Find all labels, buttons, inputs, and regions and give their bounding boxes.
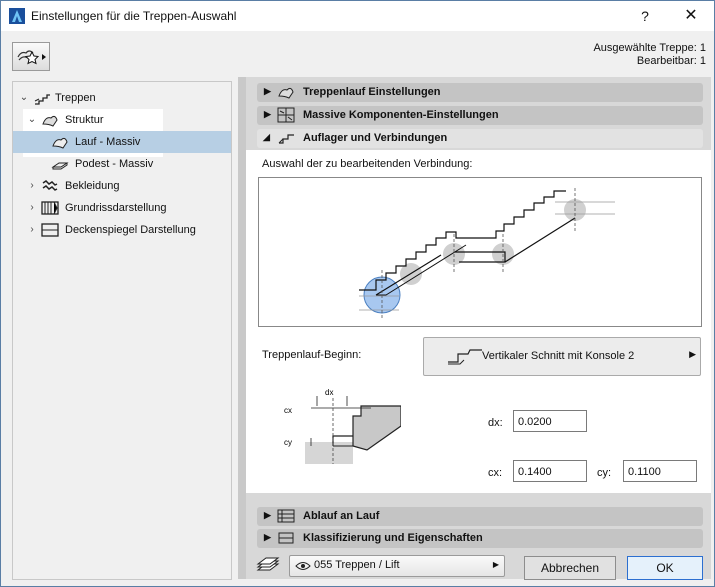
title-bar: Einstellungen für die Treppen-Auswahl ? … <box>1 1 714 31</box>
section-title: Klassifizierung und Eigenschaften <box>303 532 483 544</box>
expand-arrow-icon[interactable]: › <box>27 219 37 241</box>
tree-item-label: Treppen <box>55 92 96 104</box>
landing-icon <box>51 162 69 170</box>
panel-divider[interactable] <box>238 77 246 579</box>
start-connection-label: Treppenlauf-Beginn: <box>262 349 362 361</box>
window-title: Einstellungen für die Treppen-Auswahl <box>31 9 237 23</box>
tree-item-treppen[interactable]: ⌄ Treppen <box>13 87 231 109</box>
flight-icon <box>52 137 68 149</box>
tree-item-bekleidung[interactable]: › Bekleidung <box>13 175 231 197</box>
help-button[interactable]: ? <box>623 1 667 31</box>
selected-stairs-count: Ausgewählte Treppe: 1 <box>593 42 706 54</box>
section-title: Auflager und Verbindungen <box>303 132 448 144</box>
section-klassifizierung[interactable]: ▶ Klassifizierung und Eigenschaften <box>257 529 703 548</box>
section-title: Massive Komponenten-Einstellungen <box>303 109 499 121</box>
expand-arrow-icon[interactable]: › <box>27 175 37 197</box>
dialog-window: Einstellungen für die Treppen-Auswahl ? … <box>0 0 715 587</box>
section-massive-komponenten[interactable]: ▶ Massive Komponenten-Einstellungen <box>257 106 703 125</box>
ceiling-plan-icon <box>41 223 59 237</box>
tree-item-label: Grundrissdarstellung <box>65 202 167 214</box>
eye-icon <box>295 562 311 570</box>
submenu-arrow-icon: ▶ <box>689 349 696 359</box>
cy-detail-label: cy <box>284 438 292 447</box>
section-collapsed-arrow-icon[interactable]: ▶ <box>264 510 271 521</box>
connection-icon <box>278 134 294 144</box>
connection-detail-drawing: dx cx cy <box>284 388 401 464</box>
close-button[interactable]: ✕ <box>669 1 713 31</box>
dx-input[interactable]: 0.0200 <box>513 410 587 432</box>
section-collapsed-arrow-icon[interactable]: ▶ <box>264 86 271 97</box>
tree-item-podest-massiv[interactable]: Podest - Massiv <box>13 153 231 175</box>
finish-icon <box>42 180 58 191</box>
start-connection-dropdown[interactable]: Vertikaler Schnitt mit Konsole 2 ▶ <box>423 337 701 376</box>
connection-diagram[interactable] <box>258 177 702 327</box>
dropdown-arrow-icon: ▶ <box>492 560 499 569</box>
tree-item-struktur[interactable]: ⌄ Struktur <box>13 109 231 131</box>
tree-item-lauf-massiv[interactable]: Lauf - Massiv <box>13 131 231 153</box>
section-collapsed-arrow-icon[interactable]: ▶ <box>264 532 271 543</box>
stair-icon <box>34 94 50 105</box>
connection-select-label: Auswahl der zu bearbeitenden Verbindung: <box>262 158 473 170</box>
ok-button[interactable]: OK <box>627 556 703 580</box>
section-expanded-arrow-icon[interactable]: ◢ <box>263 132 270 143</box>
stair-flight-icon <box>278 87 294 99</box>
collapse-arrow-icon[interactable]: ⌄ <box>27 109 37 131</box>
editable-count: Bearbeitbar: 1 <box>636 55 706 67</box>
classification-icon <box>278 532 294 544</box>
section-title: Treppenlauf Einstellungen <box>303 86 441 98</box>
cx-input[interactable]: 0.1400 <box>513 460 587 482</box>
tree-item-label: Bekleidung <box>65 180 120 192</box>
layer-dropdown[interactable]: 055 Treppen / Lift ▶ <box>289 555 505 577</box>
favorites-button[interactable] <box>12 42 50 71</box>
tree-item-label: Lauf - Massiv <box>75 136 141 148</box>
dx-detail-label: dx <box>325 388 333 397</box>
structure-icon <box>42 115 58 127</box>
selection-info: Ausgewählte Treppe: 1 Bearbeitbar: 1 <box>593 42 706 68</box>
tree-item-deckenspiegel[interactable]: › Deckenspiegel Darstellung <box>13 219 231 241</box>
settings-tree: ⌄ Treppen ⌄ Struktur Lauf - Massiv Podes… <box>12 81 232 580</box>
cx-detail-label: cx <box>284 406 292 415</box>
dx-label: dx: <box>488 417 503 429</box>
section-collapsed-arrow-icon[interactable]: ▶ <box>264 109 271 120</box>
console-section-icon <box>448 349 482 365</box>
cancel-button[interactable]: Abbrechen <box>524 556 616 580</box>
section-ablauf-an-lauf[interactable]: ▶ Ablauf an Lauf <box>257 507 703 526</box>
tree-item-label: Podest - Massiv <box>75 158 154 170</box>
layer-value: 055 Treppen / Lift <box>314 559 400 571</box>
start-connection-value: Vertikaler Schnitt mit Konsole 2 <box>482 350 635 362</box>
cy-input[interactable]: 0.1100 <box>623 460 697 482</box>
favorites-star-icon <box>17 50 46 65</box>
drain-icon <box>277 509 295 523</box>
layer-icon <box>256 557 280 571</box>
cy-label: cy: <box>597 467 612 479</box>
tree-item-label: Deckenspiegel Darstellung <box>65 224 196 236</box>
expand-arrow-icon[interactable]: › <box>27 197 37 219</box>
tree-item-label: Struktur <box>65 114 104 126</box>
cx-label: cx: <box>488 467 503 479</box>
collapse-arrow-icon[interactable]: ⌄ <box>19 87 29 109</box>
floorplan-icon <box>41 201 59 215</box>
tree-item-grundrissdarstellung[interactable]: › Grundrissdarstellung <box>13 197 231 219</box>
section-title: Ablauf an Lauf <box>303 510 380 522</box>
section-auflager-verbindungen[interactable]: ◢ Auflager und Verbindungen <box>257 129 703 148</box>
section-treppenlauf-einstellungen[interactable]: ▶ Treppenlauf Einstellungen <box>257 83 703 102</box>
components-icon <box>277 107 295 123</box>
archicad-app-icon <box>9 8 25 24</box>
stair-connection-diagram <box>359 188 615 320</box>
